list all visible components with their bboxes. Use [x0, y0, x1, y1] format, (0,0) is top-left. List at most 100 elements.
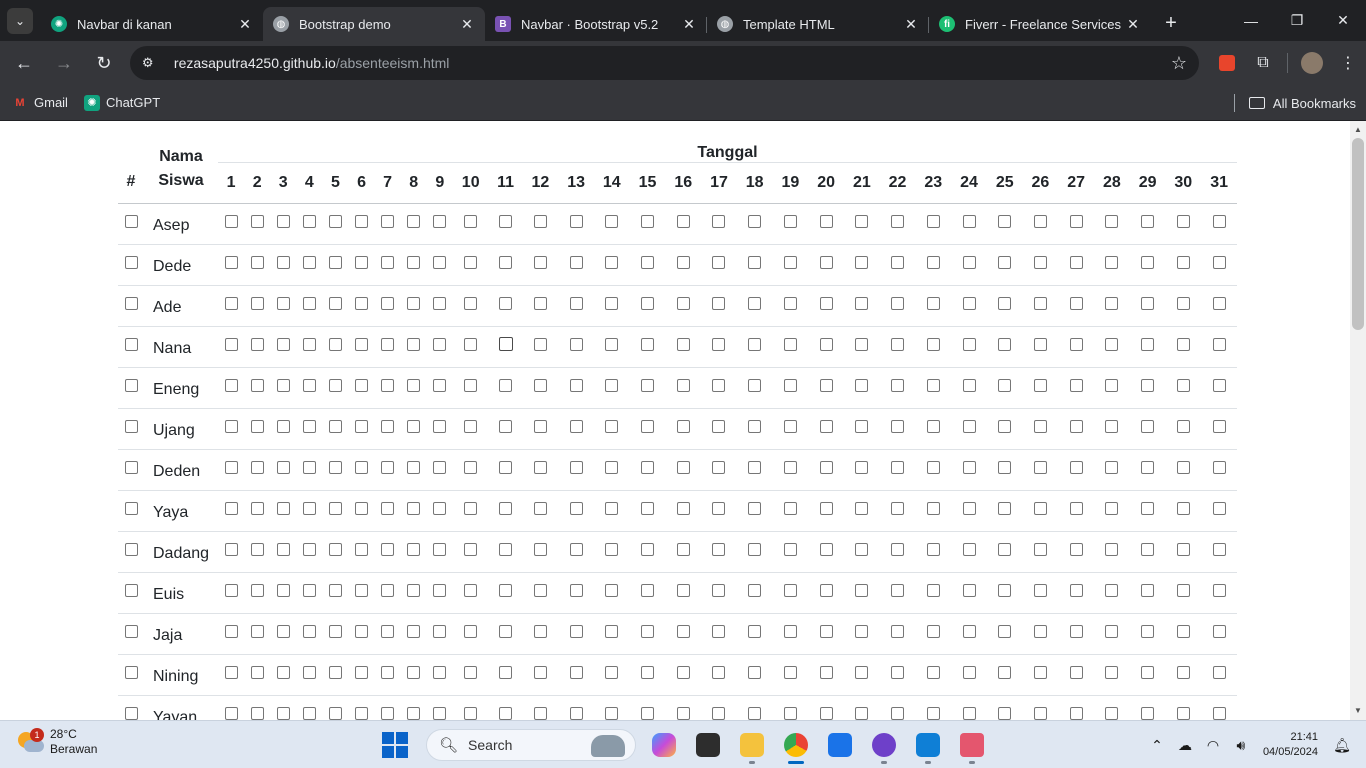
attendance-checkbox[interactable] [1176, 255, 1190, 269]
attendance-checkbox[interactable] [1033, 378, 1047, 392]
attendance-checkbox[interactable] [998, 337, 1012, 351]
volume-icon[interactable]: 🔊︎ [1227, 737, 1255, 754]
attendance-checkbox[interactable] [783, 624, 797, 638]
attendance-checkbox[interactable] [998, 214, 1012, 228]
attendance-checkbox[interactable] [605, 501, 619, 515]
attendance-checkbox[interactable] [381, 583, 395, 597]
attendance-checkbox[interactable] [1176, 624, 1190, 638]
tab-search-button[interactable]: ⌄ [7, 8, 33, 34]
attendance-checkbox[interactable] [1069, 337, 1083, 351]
attendance-checkbox[interactable] [676, 378, 690, 392]
attendance-checkbox[interactable] [891, 583, 905, 597]
attendance-checkbox[interactable] [1105, 542, 1119, 556]
row-select-checkbox[interactable] [124, 419, 138, 433]
attendance-checkbox[interactable] [962, 501, 976, 515]
attendance-checkbox[interactable] [250, 542, 264, 556]
attendance-checkbox[interactable] [641, 501, 655, 515]
attendance-checkbox[interactable] [926, 378, 940, 392]
attendance-checkbox[interactable] [1033, 214, 1047, 228]
attendance-checkbox[interactable] [712, 460, 726, 474]
taskbar-store[interactable] [818, 725, 862, 765]
row-select-checkbox[interactable] [124, 583, 138, 597]
attendance-checkbox[interactable] [1141, 665, 1155, 679]
attendance-checkbox[interactable] [569, 583, 583, 597]
attendance-checkbox[interactable] [926, 583, 940, 597]
attendance-checkbox[interactable] [355, 419, 369, 433]
attendance-checkbox[interactable] [819, 337, 833, 351]
attendance-checkbox[interactable] [712, 501, 726, 515]
attendance-checkbox[interactable] [381, 706, 395, 720]
attendance-checkbox[interactable] [1176, 501, 1190, 515]
attendance-checkbox[interactable] [464, 624, 478, 638]
attendance-checkbox[interactable] [855, 706, 869, 720]
attendance-checkbox[interactable] [464, 706, 478, 720]
attendance-checkbox[interactable] [1033, 337, 1047, 351]
new-tab-button[interactable]: + [1157, 9, 1185, 37]
attendance-checkbox[interactable] [355, 665, 369, 679]
attendance-checkbox[interactable] [1033, 460, 1047, 474]
attendance-checkbox[interactable] [641, 624, 655, 638]
attendance-checkbox[interactable] [407, 296, 421, 310]
attendance-checkbox[interactable] [250, 460, 264, 474]
attendance-checkbox[interactable] [250, 501, 264, 515]
row-select-checkbox[interactable] [124, 624, 138, 638]
attendance-checkbox[interactable] [1212, 296, 1226, 310]
attendance-checkbox[interactable] [1069, 583, 1083, 597]
attendance-checkbox[interactable] [433, 460, 447, 474]
close-icon[interactable]: ✕ [1125, 16, 1141, 33]
attendance-checkbox[interactable] [962, 583, 976, 597]
attendance-checkbox[interactable] [641, 706, 655, 720]
attendance-checkbox[interactable] [1069, 214, 1083, 228]
all-bookmarks-button[interactable]: All Bookmarks [1233, 85, 1356, 121]
attendance-checkbox[interactable] [276, 296, 290, 310]
attendance-checkbox[interactable] [1033, 255, 1047, 269]
attendance-checkbox[interactable] [1141, 419, 1155, 433]
attendance-checkbox[interactable] [302, 337, 316, 351]
attendance-checkbox[interactable] [605, 255, 619, 269]
attendance-checkbox[interactable] [855, 460, 869, 474]
attendance-checkbox[interactable] [276, 542, 290, 556]
close-icon[interactable]: ✕ [681, 16, 697, 33]
attendance-checkbox[interactable] [569, 419, 583, 433]
attendance-checkbox[interactable] [433, 214, 447, 228]
attendance-checkbox[interactable] [355, 337, 369, 351]
row-select-checkbox[interactable] [124, 460, 138, 474]
attendance-checkbox[interactable] [1069, 501, 1083, 515]
attendance-checkbox[interactable] [676, 296, 690, 310]
attendance-checkbox[interactable] [783, 665, 797, 679]
attendance-checkbox[interactable] [605, 665, 619, 679]
attendance-checkbox[interactable] [1105, 624, 1119, 638]
attendance-checkbox[interactable] [1176, 337, 1190, 351]
attendance-checkbox[interactable] [783, 337, 797, 351]
attendance-checkbox[interactable] [569, 296, 583, 310]
attendance-checkbox[interactable] [302, 296, 316, 310]
attendance-checkbox[interactable] [676, 706, 690, 720]
attendance-checkbox[interactable] [676, 624, 690, 638]
attendance-checkbox[interactable] [926, 542, 940, 556]
attendance-checkbox[interactable] [855, 296, 869, 310]
attendance-checkbox[interactable] [1212, 501, 1226, 515]
back-button[interactable]: ← [6, 45, 42, 81]
attendance-checkbox[interactable] [676, 542, 690, 556]
attendance-checkbox[interactable] [962, 624, 976, 638]
attendance-checkbox[interactable] [355, 460, 369, 474]
attendance-checkbox[interactable] [926, 296, 940, 310]
attendance-checkbox[interactable] [328, 460, 342, 474]
attendance-checkbox[interactable] [891, 501, 905, 515]
attendance-checkbox[interactable] [1141, 378, 1155, 392]
attendance-checkbox[interactable] [1176, 460, 1190, 474]
attendance-checkbox[interactable] [1033, 706, 1047, 720]
attendance-checkbox[interactable] [276, 583, 290, 597]
attendance-checkbox[interactable] [328, 624, 342, 638]
attendance-checkbox[interactable] [533, 624, 547, 638]
attendance-checkbox[interactable] [819, 583, 833, 597]
forward-button[interactable]: → [46, 45, 82, 81]
attendance-checkbox[interactable] [224, 624, 238, 638]
attendance-checkbox[interactable] [433, 378, 447, 392]
attendance-checkbox[interactable] [1141, 583, 1155, 597]
extensions-menu-button[interactable]: ⧉ [1245, 45, 1281, 81]
attendance-checkbox[interactable] [748, 624, 762, 638]
attendance-checkbox[interactable] [783, 419, 797, 433]
scrollbar-thumb[interactable] [1352, 138, 1364, 330]
attendance-checkbox[interactable] [712, 296, 726, 310]
